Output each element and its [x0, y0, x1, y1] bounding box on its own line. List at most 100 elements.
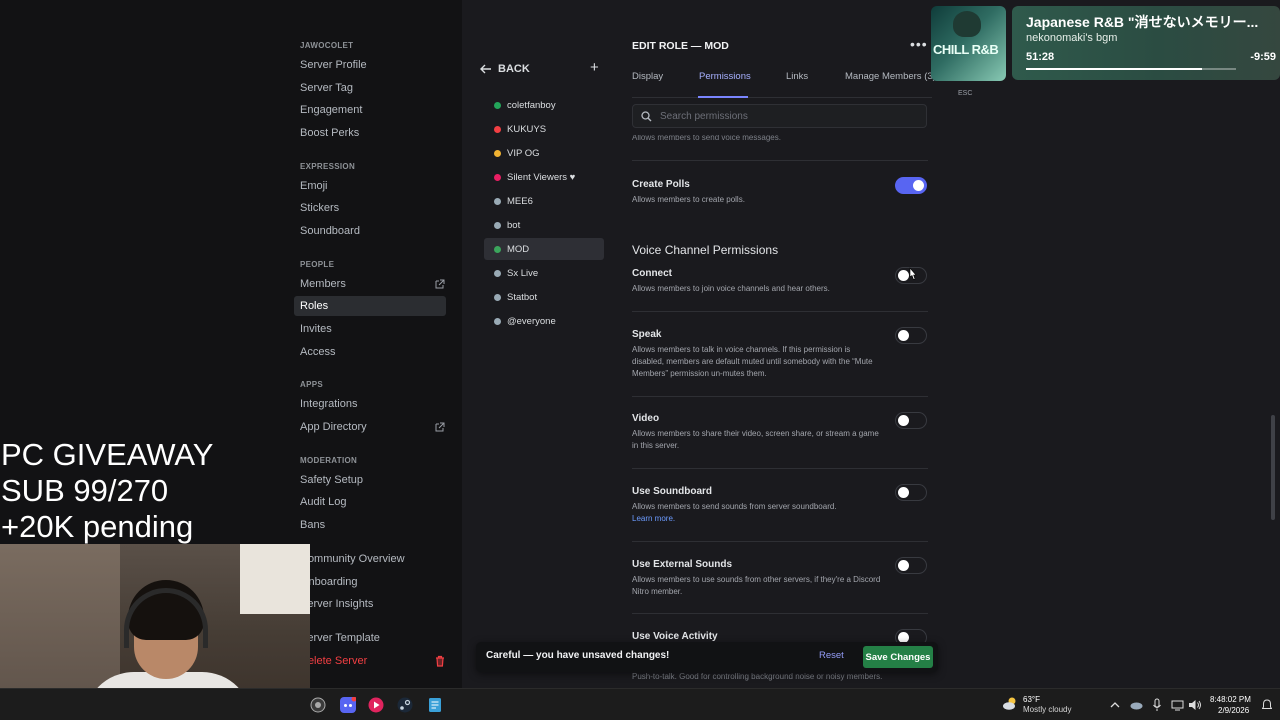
search-permissions-box[interactable] — [632, 104, 927, 128]
editor-scrollbar[interactable] — [1271, 415, 1275, 520]
sidebar-item-members[interactable]: Members — [300, 274, 452, 294]
divider — [632, 396, 928, 397]
tab-links[interactable]: Links — [786, 71, 808, 82]
track-info-card[interactable]: Japanese R&B "消せないメモリー... nekonomaki's b… — [1012, 6, 1280, 80]
roles-list-panel: BACK + coletfanboy KUKUYS VIP OG Silent Vie… — [462, 0, 614, 688]
track-title: Japanese R&B "消せないメモリー... — [1026, 14, 1259, 30]
chrome-icon[interactable] — [310, 697, 326, 713]
add-role-button[interactable]: + — [590, 59, 599, 76]
discord-icon[interactable] — [340, 697, 356, 713]
create-polls-toggle[interactable] — [895, 177, 927, 194]
toggle-knob — [913, 180, 924, 191]
trash-icon — [436, 655, 444, 667]
sidebar-item-delete-server[interactable]: Delete Server — [300, 651, 452, 671]
use-soundboard-desc: Allows members to send sounds from serve… — [632, 501, 882, 525]
sidebar-item-label: Members — [300, 278, 346, 290]
sidebar-item-engagement[interactable]: Engagement — [300, 100, 452, 120]
track-progress-bar[interactable] — [1026, 68, 1236, 70]
speak-name: Speak — [632, 329, 662, 340]
role-item[interactable]: MOD — [484, 238, 604, 260]
microphone-icon[interactable] — [1152, 697, 1162, 713]
more-options-icon[interactable]: ••• — [910, 36, 928, 52]
create-polls-desc: Allows members to create polls. — [632, 195, 745, 204]
role-item[interactable]: Silent Viewers ♥ — [484, 166, 604, 188]
webcam-light-panel — [240, 544, 310, 614]
server-section-header: JAWOCOLET — [300, 41, 354, 50]
role-color-dot — [494, 125, 501, 133]
sidebar-item-server-profile[interactable]: Server Profile — [300, 55, 452, 75]
save-changes-button[interactable]: Save Changes — [863, 646, 933, 668]
notifications-icon[interactable] — [1262, 697, 1272, 713]
chevron-up-icon[interactable] — [1110, 697, 1120, 713]
role-item[interactable]: @everyone — [484, 310, 604, 332]
sidebar-item-soundboard[interactable]: Soundboard — [300, 221, 452, 241]
role-item[interactable]: coletfanboy — [484, 94, 604, 116]
tab-manage-members[interactable]: Manage Members (3) — [845, 71, 936, 82]
role-item[interactable]: VIP OG — [484, 142, 604, 164]
sidebar-item-audit-log[interactable]: Audit Log — [300, 492, 452, 512]
people-section-header: PEOPLE — [300, 260, 335, 269]
back-label: BACK — [498, 63, 530, 75]
network-icon[interactable] — [1171, 697, 1184, 713]
active-tab-indicator — [698, 96, 748, 98]
toggle-knob — [898, 560, 909, 571]
speaker-icon[interactable] — [1188, 697, 1202, 713]
role-name: KUKUYS — [507, 123, 547, 135]
use-voice-activity-desc: Push-to-talk. Good for controlling backg… — [632, 672, 883, 681]
expression-section-header: EXPRESSION — [300, 162, 356, 171]
role-color-dot — [494, 317, 501, 325]
sidebar-item-integrations[interactable]: Integrations — [300, 394, 452, 414]
divider — [632, 468, 928, 469]
role-name: MOD — [507, 243, 530, 255]
tab-display[interactable]: Display — [632, 71, 663, 82]
onedrive-icon[interactable] — [1130, 697, 1143, 713]
sidebar-item-bans[interactable]: Bans — [300, 515, 452, 535]
sidebar-item-community-overview[interactable]: Community Overview — [300, 549, 452, 569]
mouse-cursor-icon — [909, 267, 917, 280]
voice-messages-desc: Allows members to send voice messages. — [632, 135, 781, 142]
sidebar-item-server-insights[interactable]: Server Insights — [300, 594, 452, 614]
media-player-icon[interactable] — [368, 697, 384, 713]
sidebar-item-onboarding[interactable]: Onboarding — [300, 572, 452, 592]
overlay-pending: +20K pending — [1, 509, 194, 544]
sidebar-item-roles[interactable]: Roles — [294, 296, 446, 316]
video-desc: Allows members to share their video, scr… — [632, 429, 879, 450]
esc-hint[interactable]: ESC — [958, 90, 972, 97]
use-voice-activity-name: Use Voice Activity — [632, 631, 718, 642]
sidebar-item-emoji[interactable]: Emoji — [300, 176, 452, 196]
clock-time[interactable]: 8:48:02 PM — [1210, 695, 1251, 704]
learn-more-link[interactable]: Learn more. — [632, 514, 675, 523]
use-soundboard-toggle[interactable] — [895, 484, 927, 501]
notepad-icon[interactable] — [427, 697, 443, 713]
page-title: EDIT ROLE — MOD — [632, 40, 729, 52]
video-toggle[interactable] — [895, 412, 927, 429]
sidebar-item-access[interactable]: Access — [300, 342, 452, 362]
role-name: VIP OG — [507, 147, 540, 159]
weather-cloudy-icon[interactable] — [1002, 696, 1018, 712]
role-name: @everyone — [507, 315, 556, 327]
sidebar-item-boost-perks[interactable]: Boost Perks — [300, 123, 452, 143]
search-input[interactable] — [660, 110, 900, 122]
back-button[interactable]: BACK — [480, 60, 530, 78]
album-art: CHILL R&B — [931, 6, 1006, 81]
divider — [632, 160, 928, 161]
reset-button[interactable]: Reset — [819, 650, 844, 661]
sidebar-item-server-template[interactable]: Server Template — [300, 628, 452, 648]
sidebar-item-safety-setup[interactable]: Safety Setup — [300, 470, 452, 490]
speak-toggle[interactable] — [895, 327, 927, 344]
role-item[interactable]: bot — [484, 214, 604, 236]
role-item[interactable]: Statbot — [484, 286, 604, 308]
sidebar-item-stickers[interactable]: Stickers — [300, 198, 452, 218]
use-external-sounds-toggle[interactable] — [895, 557, 927, 574]
tab-permissions[interactable]: Permissions — [699, 71, 751, 82]
sidebar-item-server-tag[interactable]: Server Tag — [300, 78, 452, 98]
clock-date[interactable]: 2/9/2026 — [1218, 706, 1249, 715]
role-name: bot — [507, 219, 521, 231]
role-item[interactable]: MEE6 — [484, 190, 604, 212]
sidebar-item-invites[interactable]: Invites — [300, 319, 452, 339]
role-item[interactable]: KUKUYS — [484, 118, 604, 140]
sidebar-item-app-directory[interactable]: App Directory — [300, 417, 452, 437]
track-artist: nekonomaki's bgm — [1026, 32, 1118, 44]
steam-icon[interactable] — [397, 697, 413, 713]
role-item[interactable]: Sx Live — [484, 262, 604, 284]
